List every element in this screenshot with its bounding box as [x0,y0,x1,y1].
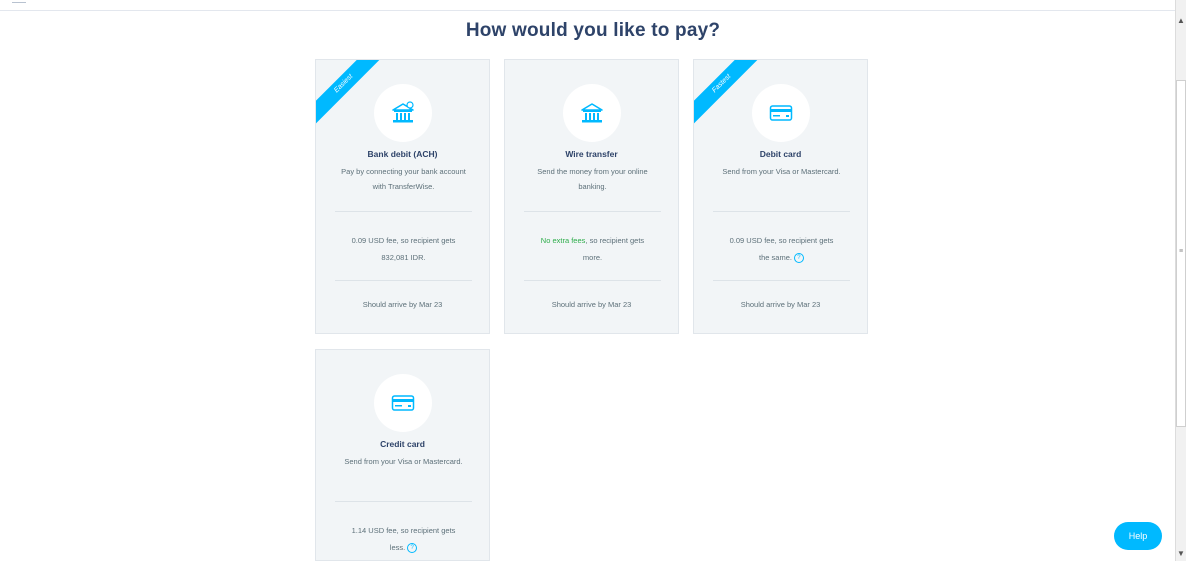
fee-line-2: the same. [759,253,792,262]
page-title: How would you like to pay? [465,20,721,41]
option-arrival: Should arrive by Mar 23 [551,300,632,309]
fee-line-2: less. [389,543,406,552]
info-icon[interactable]: ? [407,543,418,554]
fee-line-1: 1.14 USD fee, so recipient gets [351,526,456,535]
payment-option-bank-debit[interactable]: Easiest Bank debit (ACH) Pay by connecti… [315,59,490,334]
fee-line-1-rest: , so recipient gets [585,236,645,245]
fee-line-1: 0.09 USD fee, so recipient gets [729,236,834,245]
divider [335,501,472,502]
info-icon[interactable]: ? [793,253,804,264]
option-title: Debit card [759,149,802,159]
fee-line-2: more. [582,253,603,262]
option-description: Send from your Visa or Mastercard. [722,167,841,176]
divider [524,280,661,281]
top-bar-marker [12,2,26,3]
option-title: Credit card [380,439,425,449]
option-fee: 1.14 USD fee, so recipient gets less.? [330,522,477,556]
scroll-down-arrow-icon[interactable]: ▼ [1176,549,1186,559]
bank-ach-icon [374,84,432,142]
bank-icon [563,84,621,142]
divider [335,280,472,281]
payment-option-wire-transfer[interactable]: Wire transfer Send the money from your o… [504,59,679,334]
option-arrival: Should arrive by Mar 23 [362,300,443,309]
browser-top-bar [0,0,1176,11]
fee-line-1: 0.09 USD fee, so recipient gets [351,236,456,245]
option-fee: 0.09 USD fee, so recipient gets 832,081 … [330,232,477,266]
fee-line-2-row: less.? [330,539,477,556]
option-arrival: Should arrive by Mar 23 [740,300,821,309]
page-scrollbar[interactable]: ▲ ≡ ▼ [1175,0,1186,561]
no-extra-fees-highlight: No extra fees [540,236,586,245]
option-fee: No extra fees, so recipient gets more. [519,232,666,266]
fee-line-2: 832,081 IDR. [381,253,426,262]
card-icon [752,84,810,142]
fee-line-1: No extra fees, so recipient gets [519,232,666,249]
card-icon [374,374,432,432]
divider [524,211,661,212]
divider [713,280,850,281]
help-button[interactable]: Help [1114,522,1162,550]
divider [713,211,850,212]
option-title: Bank debit (ACH) [367,149,438,159]
fee-line-2-row: the same.? [708,249,855,266]
payment-option-debit-card[interactable]: Fastest Debit card Send from your Visa o… [693,59,868,334]
option-description: Send the money from your online banking. [537,167,648,191]
payment-option-credit-card[interactable]: Credit card Send from your Visa or Maste… [315,349,490,561]
option-fee: 0.09 USD fee, so recipient gets the same… [708,232,855,266]
divider [335,211,472,212]
option-description: Pay by connecting your bank account with… [341,167,466,191]
scroll-grip-icon: ≡ [1179,248,1184,255]
option-description: Send from your Visa or Mastercard. [344,457,463,466]
option-title: Wire transfer [565,149,618,159]
